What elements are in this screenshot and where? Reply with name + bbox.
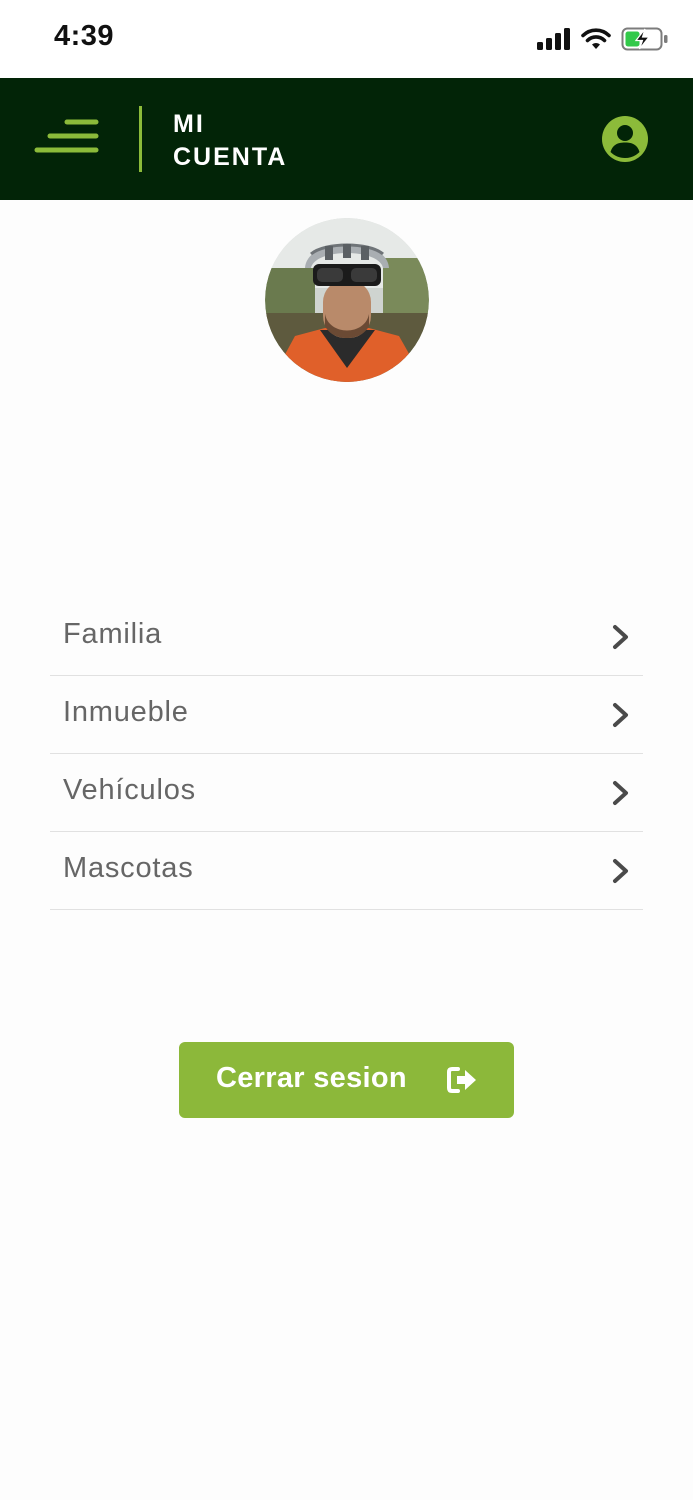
- avatar[interactable]: [265, 218, 429, 382]
- page-title: MI CUENTA: [173, 108, 287, 174]
- menu-icon: [34, 119, 99, 153]
- header-divider: [139, 106, 142, 172]
- chevron-right-icon: [613, 703, 628, 727]
- menu-item-vehiculos[interactable]: Vehículos: [50, 754, 643, 832]
- page-title-line-2: CUENTA: [173, 143, 288, 171]
- menu-item-inmueble[interactable]: Inmueble: [50, 676, 643, 754]
- menu-item-label: Vehículos: [63, 774, 196, 806]
- chevron-right-icon: [613, 781, 628, 805]
- status-time: 4:39: [54, 20, 115, 52]
- battery-charging-icon: [621, 27, 668, 51]
- menu-item-label: Inmueble: [63, 696, 189, 728]
- account-menu: Familia Inmueble Vehículos Mascotas: [50, 598, 643, 910]
- chevron-right-icon: [613, 859, 628, 883]
- status-bar: 4:39: [0, 0, 693, 78]
- menu-item-mascotas[interactable]: Mascotas: [50, 832, 643, 910]
- wifi-icon: [581, 28, 611, 49]
- menu-item-familia[interactable]: Familia: [50, 598, 643, 676]
- chevron-right-icon: [613, 625, 628, 649]
- logout-label: Cerrar sesion: [216, 1062, 407, 1094]
- menu-item-label: Familia: [63, 618, 163, 650]
- menu-button[interactable]: [30, 114, 110, 164]
- sign-out-icon: [447, 1067, 476, 1093]
- profile-button[interactable]: [601, 115, 649, 163]
- menu-item-label: Mascotas: [63, 852, 194, 884]
- page-title-line-1: MI: [173, 110, 205, 138]
- signal-icon: [537, 28, 570, 50]
- app-header: MI CUENTA: [0, 78, 693, 200]
- user-circle-icon: [602, 116, 648, 162]
- status-icons: [537, 24, 669, 54]
- avatar-photo: [265, 218, 429, 382]
- logout-button[interactable]: Cerrar sesion: [179, 1042, 514, 1118]
